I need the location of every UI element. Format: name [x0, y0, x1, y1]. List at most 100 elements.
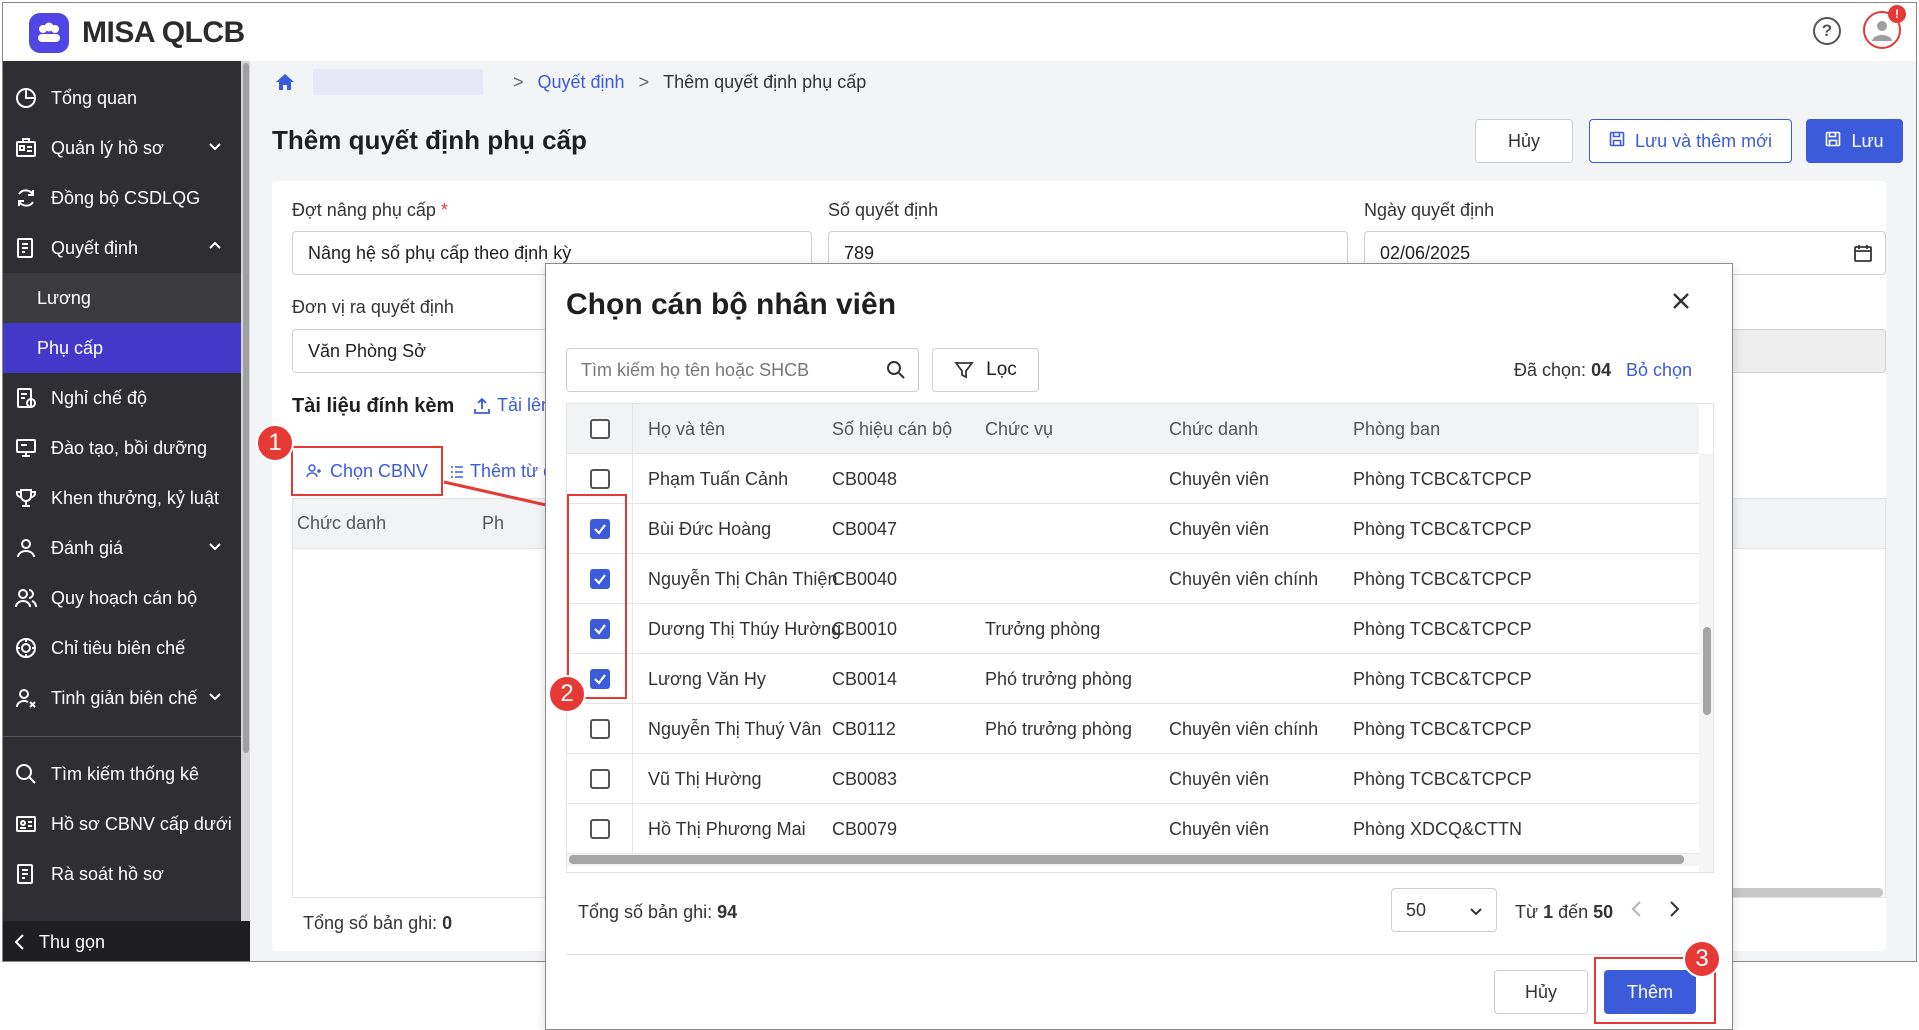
review-icon	[13, 861, 39, 887]
row-checkbox-cell	[567, 704, 633, 754]
step-marker-2: 2	[548, 675, 586, 713]
step-marker-1: 1	[256, 424, 294, 462]
home-icon[interactable]	[275, 72, 295, 92]
cell-code: CB0010	[832, 618, 898, 639]
table-horizontal-scrollbar-thumb[interactable]	[569, 855, 1684, 864]
table-row[interactable]: Dương Thị Thúy Hường CB0010 Trưởng phòng Ph…	[567, 604, 1699, 654]
selected-count: Đã chọn: 04	[1514, 360, 1611, 381]
total-value: 0	[442, 913, 453, 933]
next-page-icon[interactable]	[1666, 898, 1682, 925]
evaluate-icon	[13, 535, 39, 561]
trophy-icon	[13, 485, 39, 511]
col-ho-ten[interactable]: Họ và tên	[648, 404, 725, 454]
save-button[interactable]: Lưu	[1806, 119, 1903, 163]
sidebar-item-luong[interactable]: Lương	[3, 273, 241, 323]
upload-label: Tải lên	[497, 395, 552, 415]
calendar-icon[interactable]	[1853, 243, 1873, 268]
sidebar-item-quyet-dinh[interactable]: Quyết định	[3, 223, 241, 273]
cell-code: CB0014	[832, 668, 898, 689]
notification-badge[interactable]: !	[1888, 5, 1906, 23]
cell-position: Phó trưởng phòng	[985, 668, 1132, 689]
cancel-button[interactable]: Hủy	[1475, 119, 1573, 163]
table-row[interactable]: Vũ Thị Hường CB0083 Chuyên viên Phòng TCBC&…	[567, 754, 1699, 804]
sidebar-item-tim-kiem[interactable]: Tìm kiếm thống kê	[3, 749, 241, 799]
sidebar-item-label: Nghỉ chế độ	[51, 387, 148, 408]
sidebar-item-nghi-che-do[interactable]: Nghỉ chế độ	[3, 373, 241, 423]
chon-cbnv-label: Chọn CBNV	[329, 460, 429, 481]
table-row[interactable]: Nguyễn Thị Chân Thiện CB0040 Chuyên viên c…	[567, 554, 1699, 604]
sidebar-item-ra-soat[interactable]: Rà soát hồ sơ	[3, 849, 241, 899]
chon-cbnv-button[interactable]: Chọn CBNV	[291, 446, 443, 496]
document-icon	[13, 235, 39, 261]
leave-icon	[13, 385, 39, 411]
sidebar-item-quy-hoach[interactable]: Quy hoạch cán bộ	[3, 573, 241, 623]
sidebar-item-khen-thuong[interactable]: Khen thưởng, kỷ luật	[3, 473, 241, 523]
top-header: MISA QLCB ? !	[3, 3, 1916, 61]
page-size-select[interactable]: 50	[1391, 888, 1497, 932]
sidebar-item-label: Phụ cấp	[37, 337, 104, 358]
cell-position: Trưởng phòng	[985, 618, 1101, 639]
close-icon[interactable]	[1668, 288, 1694, 314]
sidebar-item-chi-tieu[interactable]: Chỉ tiêu biên chế	[3, 623, 241, 673]
table-row[interactable]: Nguyễn Thị Thuý Vân CB0112 Phó trưởng phòn…	[567, 704, 1699, 754]
table-vertical-scrollbar-thumb[interactable]	[1703, 627, 1711, 715]
table-row[interactable]: Bùi Đức Hoàng CB0047 Chuyên viên Phòng TCBC…	[567, 504, 1699, 554]
cell-code: CB0079	[832, 818, 898, 839]
table-row[interactable]: Phạm Tuấn Cảnh CB0048 Chuyên viên Phòng TCB…	[567, 454, 1699, 504]
sidebar-item-quan-ly-ho-so[interactable]: Quản lý hồ sơ	[3, 123, 241, 173]
range-from-label: Từ	[1515, 902, 1539, 922]
cell-title: Chuyên viên chính	[1169, 568, 1319, 589]
save-and-new-button[interactable]: Lưu và thêm mới	[1589, 119, 1792, 163]
search-input[interactable]: Tìm kiếm họ tên hoặc SHCB	[566, 348, 919, 392]
selected-label: Đã chọn:	[1514, 360, 1587, 380]
row-checkbox[interactable]	[589, 719, 610, 739]
cell-dept: Phòng TCBC&TCPCP	[1353, 568, 1532, 589]
cell-name: Nguyễn Thị Chân Thiện	[648, 568, 838, 589]
filter-button[interactable]: Lọc	[932, 348, 1039, 392]
col-so-hieu[interactable]: Số hiệu cán bộ	[832, 404, 952, 454]
row-checkbox-cell	[567, 804, 633, 854]
sidebar-item-dong-bo[interactable]: Đồng bộ CSDLQG	[3, 173, 241, 223]
sidebar-item-danh-gia[interactable]: Đánh giá	[3, 523, 241, 573]
search-icon[interactable]	[886, 360, 906, 385]
prev-page-icon[interactable]	[1629, 898, 1645, 925]
sidebar-item-label: Quy hoạch cán bộ	[51, 587, 198, 608]
help-icon[interactable]: ?	[1813, 17, 1841, 45]
clear-selection-link[interactable]: Bỏ chọn	[1626, 360, 1692, 381]
dialog-cancel-button[interactable]: Hủy	[1494, 970, 1588, 1014]
upload-button[interactable]: Tải lên	[473, 395, 551, 416]
people-icon	[13, 585, 39, 611]
sidebar-item-dao-tao[interactable]: Đào tạo, bồi dưỡng	[3, 423, 241, 473]
sidebar-item-tong-quan[interactable]: Tổng quan	[3, 73, 241, 123]
sidebar-item-tinh-gian[interactable]: Tinh giản biên chế	[3, 673, 241, 723]
dialog-total-value: 94	[717, 902, 738, 922]
logo-icon	[29, 13, 69, 53]
training-icon	[13, 435, 39, 461]
col-chuc-vu[interactable]: Chức vụ	[985, 404, 1053, 454]
table-row[interactable]: Lương Văn Hy CB0014 Phó trưởng phòng Phòng …	[567, 654, 1699, 704]
col-phong-ban[interactable]: Phòng ban	[1353, 404, 1440, 454]
dot-nang-label: Đợt nâng phụ cấp *	[292, 200, 448, 221]
row-checkbox[interactable]	[589, 769, 610, 789]
cell-title: Chuyên viên	[1169, 818, 1270, 839]
page-size-value: 50	[1406, 899, 1427, 920]
chevron-down-icon	[207, 538, 223, 559]
table-row[interactable]: Hồ Thị Phương Mai CB0079 Chuyên viên Phòng …	[567, 804, 1699, 854]
sidebar-item-phu-cap[interactable]: Phụ cấp	[3, 323, 241, 373]
sidebar-item-ho-so-cap-duoi[interactable]: Hồ sơ CBNV cấp dưới	[3, 799, 241, 849]
app-logo[interactable]: MISA QLCB	[29, 13, 245, 53]
save-and-new-label: Lưu và thêm mới	[1635, 130, 1772, 151]
cell-dept: Phòng TCBC&TCPCP	[1353, 618, 1532, 639]
row-checkbox[interactable]	[589, 469, 610, 489]
breadcrumb-quyet-dinh[interactable]: Quyết định	[538, 72, 625, 93]
col-chuc-danh[interactable]: Chức danh	[1169, 404, 1258, 454]
cell-name: Vũ Thị Hường	[648, 768, 762, 789]
sidebar-scrollbar-thumb[interactable]	[243, 63, 249, 753]
cell-code: CB0040	[832, 568, 898, 589]
cell-name: Hồ Thị Phương Mai	[648, 818, 806, 839]
filter-label: Lọc	[986, 359, 1017, 380]
collapse-sidebar-button[interactable]: Thu gọn	[3, 921, 250, 961]
save-icon	[1825, 131, 1841, 152]
row-checkbox[interactable]	[589, 819, 610, 839]
select-all-checkbox[interactable]	[589, 419, 610, 439]
